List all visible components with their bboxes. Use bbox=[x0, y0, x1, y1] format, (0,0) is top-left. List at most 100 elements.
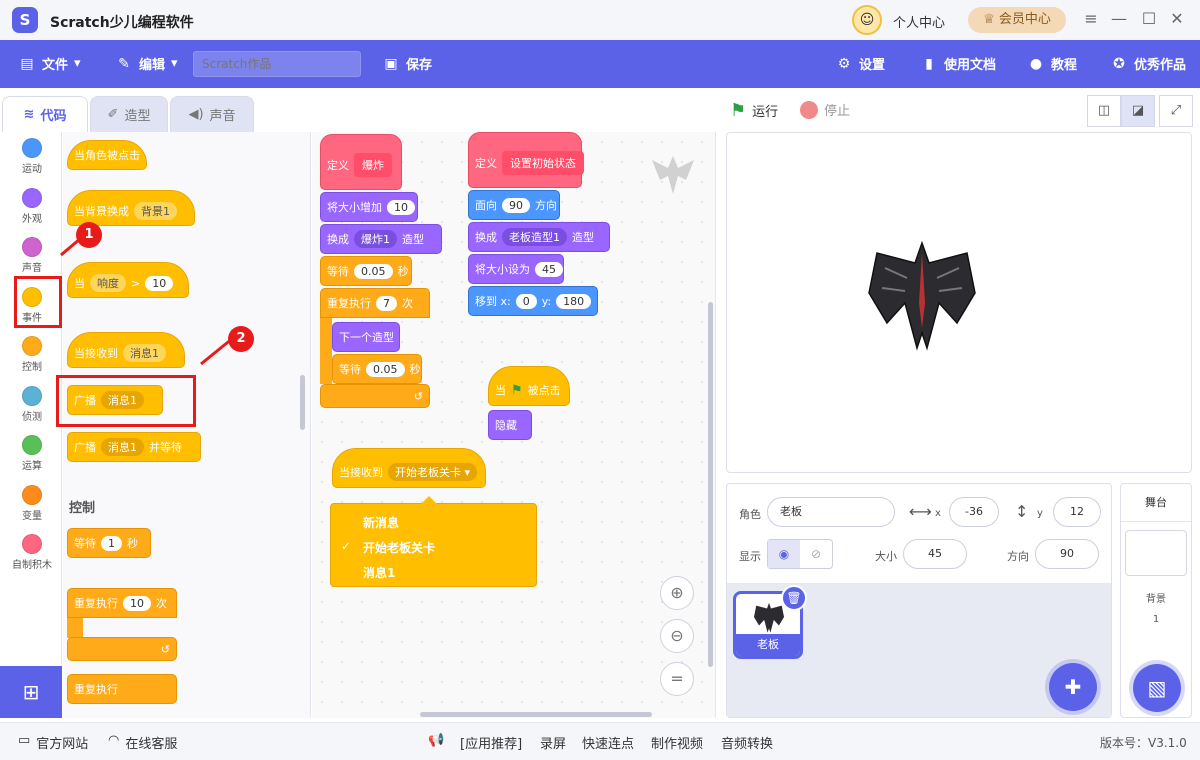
message-dropdown[interactable]: 开始老板关卡 ▾ bbox=[388, 463, 478, 481]
wait-value[interactable]: 0.05 bbox=[354, 263, 393, 279]
y-value[interactable]: 180 bbox=[556, 293, 592, 309]
size-value[interactable]: 45 bbox=[535, 261, 563, 277]
block-switch-costume[interactable]: 换成 爆炸1 造型 bbox=[320, 224, 442, 254]
showcase-button[interactable]: ✪ 优秀作品 bbox=[1110, 54, 1186, 74]
settings-button[interactable]: ⚙ 设置 bbox=[835, 54, 885, 74]
project-name-input[interactable] bbox=[193, 51, 361, 77]
block-next-costume[interactable]: 下一个造型 bbox=[332, 322, 400, 352]
loudness-value[interactable]: 10 bbox=[145, 275, 174, 291]
block-set-size[interactable]: 将大小设为 45 bbox=[468, 254, 564, 284]
block-when-flag-clicked[interactable]: 当 ⚑ 被点击 bbox=[488, 366, 570, 406]
tab-sound[interactable]: ◀) 声音 bbox=[170, 96, 254, 132]
audio-convert-link[interactable]: 音频转换 bbox=[721, 733, 773, 752]
close-icon[interactable]: ✕ bbox=[1166, 8, 1188, 30]
small-stage-button[interactable]: ◫ bbox=[1087, 95, 1121, 127]
block-wait[interactable]: 等待 1 秒 bbox=[67, 528, 151, 558]
website-link[interactable]: ▭ 官方网站 bbox=[18, 733, 88, 752]
zoom-reset-button[interactable]: = bbox=[660, 662, 694, 696]
loudness-dropdown[interactable]: 响度 bbox=[90, 274, 126, 292]
eye-visible-icon[interactable]: ◉ bbox=[768, 540, 800, 568]
tab-code[interactable]: ≋ 代码 bbox=[2, 96, 88, 132]
wait-value[interactable]: 0.05 bbox=[366, 361, 405, 377]
stage-thumbnail[interactable] bbox=[1125, 530, 1187, 576]
category-my-blocks[interactable]: 自制积木 bbox=[2, 528, 62, 576]
category-variables[interactable]: 变量 bbox=[2, 479, 62, 527]
block-when-backdrop-switches[interactable]: 当背景换成 背景1 bbox=[67, 190, 195, 226]
costume-dropdown[interactable]: 老板造型1 bbox=[502, 228, 567, 246]
costume-dropdown[interactable]: 爆炸1 bbox=[354, 230, 397, 248]
repeat-value[interactable]: 7 bbox=[376, 295, 397, 311]
block-wait[interactable]: 等待 0.05 秒 bbox=[320, 256, 412, 286]
tutorial-button[interactable]: ● 教程 bbox=[1027, 54, 1077, 74]
script-area[interactable]: 定义 爆炸 将大小增加 10 换成 爆炸1 造型 等待 0.05 秒 重复执行 7 次 下一个造… bbox=[312, 132, 716, 718]
record-link[interactable]: 录屏 bbox=[540, 733, 566, 752]
block-define-explode[interactable]: 定义 爆炸 bbox=[320, 134, 402, 190]
block-point-direction[interactable]: 面向 90 方向 bbox=[468, 190, 560, 220]
file-menu[interactable]: ▤ 文件 ▾ bbox=[18, 54, 80, 74]
block-when-sprite-clicked[interactable]: 当角色被点击 bbox=[67, 140, 147, 170]
x-input[interactable]: -36 bbox=[949, 497, 999, 527]
user-center-link[interactable]: 个人中心 bbox=[893, 12, 945, 31]
menu-item-new-message[interactable]: 新消息 bbox=[363, 514, 399, 531]
edit-menu[interactable]: ✎ 编辑 ▾ bbox=[115, 54, 177, 74]
docs-button[interactable]: ▮ 使用文档 bbox=[920, 54, 996, 74]
make-video-link[interactable]: 制作视频 bbox=[651, 733, 703, 752]
palette-scrollbar[interactable] bbox=[300, 375, 305, 430]
stop-button[interactable]: 停止 bbox=[800, 100, 850, 119]
member-center-button[interactable]: ♕ 会员中心 bbox=[968, 7, 1066, 33]
add-extension-button[interactable]: ⊞ bbox=[0, 666, 62, 718]
x-value[interactable]: 0 bbox=[515, 293, 537, 309]
maximize-icon[interactable]: ☐ bbox=[1138, 8, 1160, 30]
category-control[interactable]: 控制 bbox=[2, 330, 62, 378]
script-vscrollbar[interactable] bbox=[708, 302, 713, 667]
repeat-value[interactable]: 10 bbox=[123, 595, 151, 611]
block-hide[interactable]: 隐藏 bbox=[488, 410, 532, 440]
eye-hidden-icon[interactable]: ⊘ bbox=[800, 540, 832, 568]
size-input[interactable]: 45 bbox=[903, 539, 967, 569]
tab-costume[interactable]: ✐ 造型 bbox=[90, 96, 168, 132]
block-repeat[interactable]: 重复执行 7 次 bbox=[320, 288, 430, 318]
zoom-out-button[interactable]: ⊖ bbox=[660, 619, 694, 653]
minimize-icon[interactable]: — bbox=[1108, 8, 1130, 30]
script-hscrollbar[interactable] bbox=[420, 712, 652, 717]
zoom-in-button[interactable]: ⊕ bbox=[660, 576, 694, 610]
stage-canvas[interactable] bbox=[726, 132, 1192, 473]
message-dropdown[interactable]: 消息1 bbox=[123, 344, 166, 362]
sprite-name-input[interactable]: 老板 bbox=[767, 497, 895, 527]
block-define-init[interactable]: 定义 设置初始状态 bbox=[468, 132, 584, 188]
save-button[interactable]: ▣ 保存 bbox=[382, 54, 432, 74]
menu-item-start-boss[interactable]: 开始老板关卡 bbox=[363, 539, 435, 556]
delete-sprite-icon[interactable]: 🗑 bbox=[781, 585, 807, 611]
large-stage-button[interactable]: ◪ bbox=[1121, 95, 1155, 127]
add-backdrop-button[interactable]: ▧ bbox=[1133, 664, 1181, 712]
block-change-size[interactable]: 将大小增加 10 bbox=[320, 192, 418, 222]
run-button[interactable]: ⚑ 运行 bbox=[730, 100, 778, 121]
block-when-loudness[interactable]: 当响度 >10 bbox=[67, 262, 189, 298]
message-dropdown[interactable]: 消息1 bbox=[101, 438, 144, 456]
autoclick-link[interactable]: 快速连点 bbox=[582, 733, 634, 752]
block-goto-xy[interactable]: 移到 x: 0 y: 180 bbox=[468, 286, 598, 316]
add-sprite-button[interactable]: ✚ bbox=[1049, 663, 1097, 711]
fullscreen-button[interactable]: ⤢ bbox=[1159, 95, 1193, 127]
category-sound[interactable]: 声音 bbox=[2, 231, 62, 279]
block-when-receive[interactable]: 当接收到 消息1 bbox=[67, 332, 185, 368]
category-sensing[interactable]: 侦测 bbox=[2, 380, 62, 428]
y-input[interactable]: 12 bbox=[1053, 497, 1101, 527]
backdrop-dropdown[interactable]: 背景1 bbox=[134, 202, 177, 220]
category-looks[interactable]: 外观 bbox=[2, 182, 62, 230]
wait-value[interactable]: 1 bbox=[101, 535, 122, 551]
category-motion[interactable]: 运动 bbox=[2, 132, 62, 180]
menu-item-message1[interactable]: 消息1 bbox=[363, 564, 395, 581]
block-wait[interactable]: 等待 0.05 秒 bbox=[332, 354, 422, 384]
category-operators[interactable]: 运算 bbox=[2, 429, 62, 477]
block-switch-costume[interactable]: 换成 老板造型1 造型 bbox=[468, 222, 610, 252]
size-value[interactable]: 10 bbox=[387, 199, 415, 215]
service-link[interactable]: ◠ 在线客服 bbox=[108, 733, 177, 752]
menu-icon[interactable]: ≡ bbox=[1080, 8, 1102, 30]
block-forever[interactable]: 重复执行 bbox=[67, 674, 177, 704]
direction-input[interactable]: 90 bbox=[1035, 539, 1099, 569]
block-broadcast-and-wait[interactable]: 广播 消息1 并等待 bbox=[67, 432, 201, 462]
block-repeat[interactable]: 重复执行 10 次 bbox=[67, 588, 177, 618]
direction-value[interactable]: 90 bbox=[502, 197, 530, 213]
block-when-receive[interactable]: 当接收到 开始老板关卡 ▾ bbox=[332, 448, 486, 488]
